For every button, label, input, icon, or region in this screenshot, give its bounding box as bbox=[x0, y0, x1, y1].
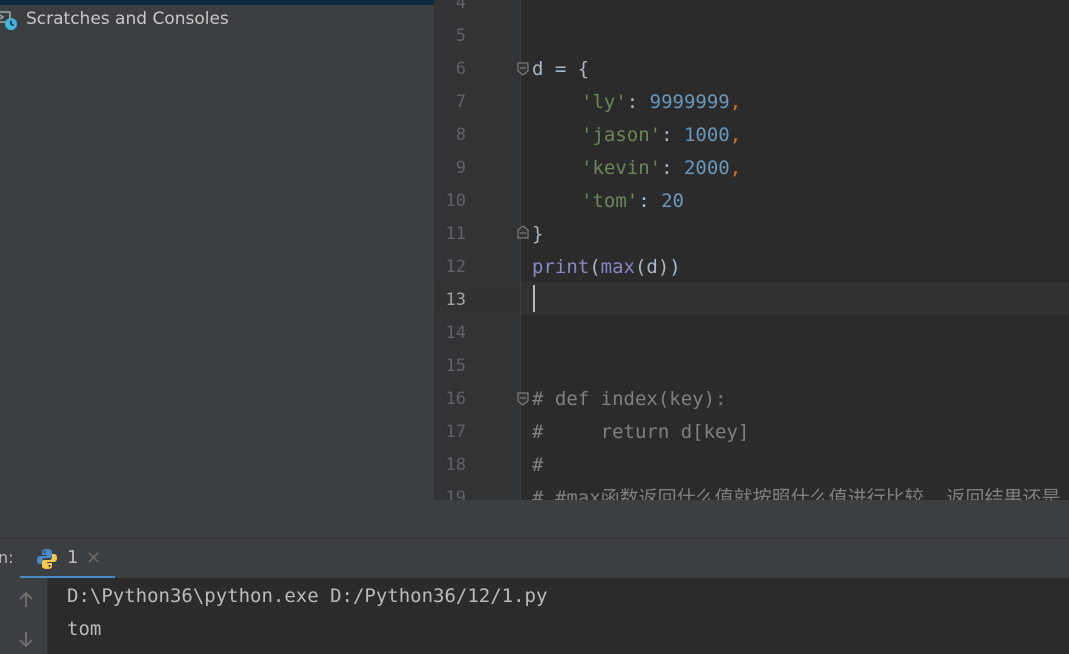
code-editor[interactable]: 4 5 6 7 8 9 10 11 12 13 14 15 16 17 18 1… bbox=[434, 0, 1069, 500]
line-number: 12 bbox=[445, 257, 466, 277]
comma-token: , bbox=[729, 157, 742, 179]
line-number: 5 bbox=[455, 26, 466, 46]
number-token: 1000 bbox=[683, 124, 730, 146]
line-number: 7 bbox=[455, 92, 466, 112]
number-token: 2000 bbox=[683, 157, 730, 179]
python-icon bbox=[37, 549, 57, 569]
close-icon[interactable]: × bbox=[86, 547, 101, 568]
arrow-down-icon[interactable] bbox=[16, 630, 36, 650]
line-number: 19 bbox=[445, 488, 466, 500]
builtin-token: max bbox=[600, 256, 635, 278]
colon-token: : bbox=[638, 190, 662, 212]
code-line-11: } bbox=[532, 223, 544, 245]
console-output-line: tom bbox=[67, 618, 102, 640]
text-caret bbox=[533, 285, 535, 312]
line-number: 16 bbox=[445, 389, 466, 409]
number-token: 9999999 bbox=[649, 91, 730, 113]
comma-token: , bbox=[729, 91, 742, 113]
line-number: 15 bbox=[445, 356, 466, 376]
builtin-token: print bbox=[532, 256, 590, 278]
code-line-19: # #max函数返回什么值就按照什么值进行比较 返回结果还是 bbox=[532, 487, 1061, 500]
project-panel: Scratches and Consoles bbox=[0, 0, 434, 538]
code-line-9: 'kevin': 2000, bbox=[581, 152, 741, 185]
line-number: 6 bbox=[455, 59, 466, 79]
line-number: 9 bbox=[455, 158, 466, 178]
line-number: 17 bbox=[445, 422, 466, 442]
string-token: 'kevin' bbox=[581, 157, 662, 179]
colon-token: : bbox=[626, 91, 650, 113]
code-line-10: 'tom': 20 bbox=[581, 185, 684, 218]
code-line-12: print(max(d)) bbox=[532, 251, 681, 284]
line-number: 10 bbox=[445, 191, 466, 211]
string-token: 'jason' bbox=[581, 124, 662, 146]
fold-close-icon[interactable] bbox=[517, 225, 529, 239]
console-output-line: D:\Python36\python.exe D:/Python36/12/1.… bbox=[67, 585, 548, 607]
code-line-8: 'jason': 1000, bbox=[581, 119, 741, 152]
line-number: 18 bbox=[445, 455, 466, 475]
line-number-current: 13 bbox=[445, 290, 466, 310]
comma-token: , bbox=[729, 124, 742, 146]
run-tab-1[interactable]: 1 × bbox=[20, 539, 115, 579]
code-line-7: 'ly': 9999999, bbox=[581, 86, 741, 119]
string-token: 'ly' bbox=[581, 91, 627, 113]
code-text: (d)) bbox=[634, 256, 681, 278]
paren-token: ( bbox=[589, 256, 601, 278]
scratches-icon bbox=[0, 9, 20, 33]
run-tool-window-header: n: 1 × bbox=[0, 538, 1069, 579]
run-toolbar bbox=[0, 578, 48, 654]
current-line-highlight bbox=[434, 282, 1069, 315]
run-console[interactable]: D:\Python36\python.exe D:/Python36/12/1.… bbox=[0, 578, 1069, 654]
code-text: d = { bbox=[532, 58, 590, 80]
line-number: 14 bbox=[445, 323, 466, 343]
fold-open-icon[interactable] bbox=[517, 392, 529, 406]
colon-token: : bbox=[661, 157, 684, 179]
line-number: 8 bbox=[455, 125, 466, 145]
selected-row-highlight bbox=[0, 0, 434, 5]
fold-open-icon[interactable] bbox=[517, 62, 529, 76]
run-tab-label: 1 bbox=[67, 547, 79, 568]
code-line-18: # bbox=[532, 454, 544, 476]
arrow-up-icon[interactable] bbox=[16, 590, 36, 610]
scratches-label: Scratches and Consoles bbox=[26, 9, 229, 29]
code-line-6: d = { bbox=[532, 53, 589, 86]
code-line-17: # return d[key] bbox=[532, 421, 750, 443]
string-token: 'tom' bbox=[581, 190, 639, 212]
line-number: 4 bbox=[455, 0, 466, 13]
run-label: n: bbox=[0, 548, 14, 567]
editor-bottom-bar bbox=[434, 500, 1069, 538]
code-line-16: # def index(key): bbox=[532, 388, 727, 410]
number-token: 20 bbox=[661, 190, 684, 212]
colon-token: : bbox=[661, 124, 684, 146]
line-number: 11 bbox=[445, 224, 466, 244]
